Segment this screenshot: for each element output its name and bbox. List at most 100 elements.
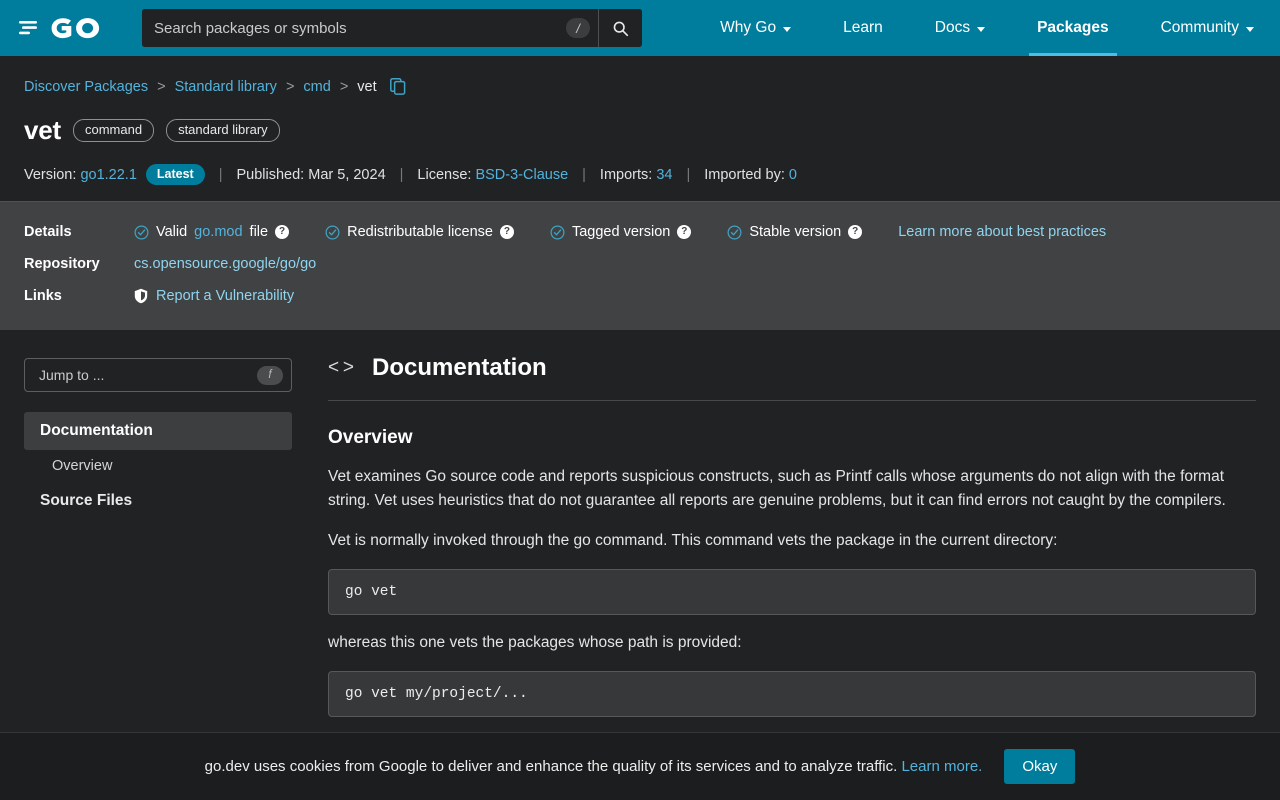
cookie-banner: go.dev uses cookies from Google to deliv…	[0, 732, 1280, 800]
help-icon[interactable]: ?	[677, 225, 692, 239]
sidebar-item-overview[interactable]: Overview	[24, 450, 292, 482]
published-label: Published:	[236, 166, 305, 183]
code-brackets-icon: < >	[328, 357, 355, 378]
detail-check-text-prefix: Valid	[156, 224, 188, 240]
code-block-go-vet: go vet	[328, 569, 1256, 615]
check-circle-icon	[134, 225, 149, 239]
sidebar-item-source-files[interactable]: Source Files	[24, 482, 292, 520]
search-shortcut-hint: /	[566, 18, 590, 38]
sidebar-nav: Documentation Overview Source Files	[24, 412, 292, 520]
repository-label: Repository	[24, 256, 100, 272]
jump-to-input[interactable]: Jump to ... f	[24, 358, 292, 392]
search-form[interactable]: /	[142, 9, 642, 47]
breadcrumb: Discover Packages > Standard library > c…	[24, 78, 1256, 95]
page-title: vet	[24, 115, 61, 145]
search-icon	[613, 21, 629, 36]
nav-item-packages[interactable]: Packages	[1011, 0, 1135, 56]
gomod-link[interactable]: go.mod	[194, 224, 242, 240]
license-label: License:	[417, 166, 472, 183]
links-list: Report a Vulnerability	[134, 288, 294, 304]
documentation-title: Documentation	[372, 354, 547, 381]
breadcrumb-separator: >	[157, 78, 166, 95]
copy-path-icon[interactable]	[389, 78, 406, 95]
breadcrumb-item-cmd[interactable]: cmd	[303, 79, 330, 95]
best-practices-link[interactable]: Learn more about best practices	[898, 224, 1106, 240]
breadcrumb-item-vet: vet	[357, 78, 377, 95]
cookie-message: go.dev uses cookies from Google to deliv…	[204, 758, 898, 775]
license-value-link[interactable]: BSD-3-Clause	[475, 167, 568, 183]
page-body: Jump to ... f Documentation Overview Sou…	[0, 330, 1280, 717]
search-input[interactable]	[142, 9, 566, 47]
report-vulnerability-link[interactable]: Report a Vulnerability	[156, 288, 294, 304]
package-title-block: Discover Packages > Standard library > c…	[0, 56, 1280, 201]
main-content: < > Documentation Overview Vet examines …	[292, 354, 1256, 717]
nav-label: Docs	[934, 19, 971, 36]
chevron-down-icon	[1246, 26, 1254, 32]
documentation-header: < > Documentation	[328, 354, 1256, 401]
details-row: Details Valid go.mod file ? Redistributa…	[24, 216, 1256, 248]
chevron-down-icon	[977, 26, 986, 32]
help-icon[interactable]: ?	[499, 225, 514, 239]
meta-separator: |	[582, 166, 586, 183]
site-header: / Why Go Learn Docs Packages Community	[0, 0, 1280, 56]
package-meta-row: Version: go1.22.1 Latest | Published: Ma…	[24, 164, 1256, 185]
go-logo-link[interactable]	[0, 0, 120, 56]
latest-badge: Latest	[145, 164, 205, 185]
sidebar: Jump to ... f Documentation Overview Sou…	[24, 354, 292, 717]
imported-by-label: Imported by:	[704, 166, 785, 183]
details-checks: Valid go.mod file ? Redistributable lice…	[134, 224, 1106, 240]
nav-item-why-go[interactable]: Why Go	[694, 0, 817, 56]
version-value-link[interactable]: go1.22.1	[80, 167, 136, 183]
links-label: Links	[24, 288, 62, 304]
search-submit-button[interactable]	[598, 9, 642, 47]
cookie-okay-button[interactable]: Okay	[1004, 749, 1076, 784]
copy-path-glyph	[389, 78, 405, 95]
imported-by-value-link[interactable]: 0	[789, 167, 797, 183]
check-circle-icon	[727, 225, 742, 239]
sidebar-item-documentation[interactable]: Documentation	[24, 412, 292, 450]
detail-check-stable-version: Stable version ?	[727, 224, 863, 240]
code-block-go-vet-path: go vet my/project/...	[328, 671, 1256, 717]
chip-standard-library: standard library	[166, 118, 280, 143]
nav-item-learn[interactable]: Learn	[817, 0, 909, 56]
package-heading-row: vet command standard library	[24, 115, 1256, 146]
detail-check-tagged-version: Tagged version ?	[550, 224, 692, 240]
cookie-learn-more-link[interactable]: Learn more.	[901, 758, 982, 775]
chip-command: command	[72, 118, 155, 143]
meta-separator: |	[686, 166, 691, 183]
breadcrumb-item-discover-packages[interactable]: Discover Packages	[24, 79, 148, 95]
detail-check-text-suffix: file	[249, 224, 269, 240]
jump-to-placeholder: Jump to ...	[39, 367, 105, 383]
nav-label: Why Go	[720, 19, 777, 36]
nav-label: Packages	[1037, 19, 1109, 36]
detail-check-valid-gomod: Valid go.mod file ?	[134, 224, 290, 240]
nav-item-community[interactable]: Community	[1135, 0, 1280, 56]
nav-label: Community	[1160, 19, 1239, 36]
nav-item-docs[interactable]: Docs	[909, 0, 1011, 56]
help-icon[interactable]: ?	[848, 225, 863, 239]
chevron-down-icon	[783, 26, 792, 32]
overview-title: Overview	[328, 427, 413, 448]
go-logo-icon	[19, 18, 100, 39]
imports-label: Imports:	[599, 166, 653, 183]
detail-check-text: Tagged version	[571, 224, 671, 240]
meta-separator: |	[399, 166, 404, 183]
cookie-banner-text: go.dev uses cookies from Google to deliv…	[205, 758, 983, 775]
detail-check-text: Redistributable license	[347, 224, 493, 240]
published-value: Mar 5, 2024	[308, 166, 386, 183]
version-label: Version:	[24, 166, 77, 183]
breadcrumb-item-standard-library[interactable]: Standard library	[175, 79, 277, 95]
nav-label: Learn	[843, 19, 883, 36]
check-circle-icon	[550, 225, 565, 239]
check-circle-icon	[325, 225, 340, 239]
detail-check-redistributable-license: Redistributable license ?	[325, 224, 514, 240]
overview-paragraph-3: whereas this one vets the packages whose…	[328, 634, 742, 651]
repository-row: Repository cs.opensource.google/go/go	[24, 248, 1256, 280]
details-label: Details	[24, 224, 72, 240]
overview-paragraph-2: Vet is normally invoked through the go c…	[328, 532, 1058, 549]
jump-to-shortcut-badge: f	[257, 365, 283, 385]
imports-value-link[interactable]: 34	[656, 167, 672, 183]
main-navigation: Why Go Learn Docs Packages Community	[694, 0, 1280, 56]
repository-link[interactable]: cs.opensource.google/go/go	[134, 256, 316, 272]
help-icon[interactable]: ?	[275, 225, 290, 239]
